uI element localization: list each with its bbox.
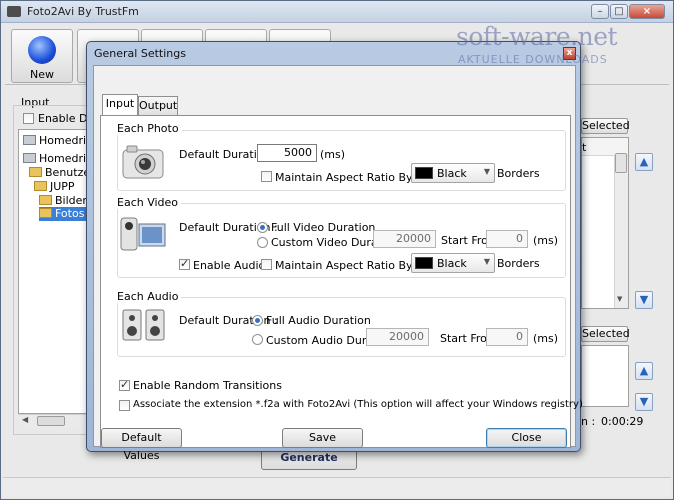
selected-color: Black	[437, 257, 467, 270]
title-bar: Foto2Avi By TrustFm – □ ×	[1, 1, 673, 23]
enable-audio-checkbox[interactable]	[179, 257, 190, 270]
photo-duration-unit: (ms)	[320, 148, 346, 161]
watermark-subtitle: AKTUELLE DOWNLOADS	[458, 53, 608, 66]
new-button[interactable]: New	[11, 29, 73, 83]
watermark-logo: soft-ware.net	[456, 22, 618, 51]
minimize-button[interactable]: –	[591, 4, 609, 19]
audio-group	[117, 297, 566, 357]
video-camera-icon	[119, 212, 169, 256]
folder-icon	[29, 167, 42, 177]
full-video-radio[interactable]	[257, 222, 268, 233]
folder-icon	[34, 181, 47, 191]
close-button[interactable]: Close	[486, 428, 567, 448]
select-selected-button[interactable]: Selected	[581, 118, 630, 134]
close-window-button[interactable]: ×	[629, 4, 665, 19]
random-transitions-checkbox[interactable]	[119, 378, 130, 391]
duration-value: 0:00:29	[601, 415, 644, 428]
chevron-down-icon: ▼	[483, 257, 490, 266]
column-header-fragment: t	[582, 141, 587, 154]
audio-group-title: Each Audio	[117, 290, 182, 303]
speakers-icon	[121, 306, 167, 344]
color-swatch	[415, 167, 433, 179]
camera-icon	[121, 142, 165, 182]
full-video-label: Full Video Duration	[271, 221, 376, 234]
new-orb-icon	[28, 36, 56, 64]
duration-label: n :	[581, 415, 596, 428]
tab-output[interactable]: Output	[138, 96, 178, 115]
associate-extension-checkbox[interactable]	[119, 400, 130, 411]
scroll-down-icon[interactable]: ▼	[617, 295, 622, 303]
folder-icon	[39, 195, 52, 205]
selected-color: Black	[437, 167, 467, 180]
new-button-label: New	[30, 68, 54, 81]
custom-video-duration-input[interactable]: 20000	[373, 230, 436, 248]
audio-unit: (ms)	[533, 332, 559, 345]
move-down-button[interactable]: ▼	[635, 291, 653, 309]
default-values-button[interactable]: Default Values	[101, 428, 182, 462]
save-button[interactable]: Save	[282, 428, 363, 448]
scroll-left-icon[interactable]: ◀	[22, 415, 28, 424]
custom-video-radio[interactable]	[257, 237, 268, 248]
photo-borders-label: Borders	[497, 167, 540, 180]
video-border-color-select[interactable]: Black ▼	[411, 253, 495, 273]
tree-item-label: JUPP	[50, 180, 75, 193]
move-up-button[interactable]: ▲	[635, 153, 653, 171]
drive-icon	[23, 153, 36, 163]
audio-move-up-button[interactable]: ▲	[635, 362, 653, 380]
full-audio-radio[interactable]	[252, 315, 263, 326]
input-tab-page: Each Photo Default Duration : 5000 (ms) …	[100, 115, 583, 448]
random-transitions-label: Enable Random Transitions	[133, 379, 282, 392]
video-group-title: Each Video	[117, 196, 182, 209]
video-aspect-checkbox[interactable]	[261, 259, 272, 270]
tree-item-label: Fotos	[55, 207, 85, 220]
photo-aspect-checkbox[interactable]	[261, 171, 272, 182]
photo-group-title: Each Photo	[117, 122, 182, 135]
video-borders-label: Borders	[497, 257, 540, 270]
status-bar	[3, 477, 671, 497]
enable-audio-label: Enable Audio	[193, 259, 266, 272]
maximize-button[interactable]: □	[610, 4, 628, 19]
full-audio-label: Full Audio Duration	[266, 314, 371, 327]
audio-list[interactable]	[581, 345, 629, 407]
photo-duration-input[interactable]: 5000	[257, 144, 317, 162]
select-selected-button-2[interactable]: Selected	[581, 326, 630, 342]
dialog-body: Input Output Each Photo Default Duration…	[93, 65, 583, 448]
file-list-scrollbar[interactable]	[614, 156, 628, 308]
tab-input[interactable]: Input	[102, 94, 138, 115]
window-title: Foto2Avi By TrustFm	[27, 5, 139, 18]
scroll-thumb[interactable]	[37, 416, 65, 426]
tree-item-benutzer[interactable]: Benutzer	[29, 166, 95, 180]
video-start-from-input[interactable]: 0	[486, 230, 528, 248]
general-settings-dialog: General Settings x Input Output Each Pho…	[86, 41, 583, 462]
color-swatch	[415, 257, 433, 269]
app-icon	[7, 6, 21, 17]
audio-start-from-input[interactable]: 0	[486, 328, 528, 346]
tree-item-label: Bilder	[55, 194, 87, 207]
dialog-title: General Settings	[94, 47, 186, 60]
enable-drag-checkbox[interactable]	[23, 113, 34, 124]
folder-icon	[39, 208, 52, 218]
custom-audio-radio[interactable]	[252, 334, 263, 345]
custom-audio-duration-input[interactable]: 20000	[366, 328, 429, 346]
tree-item-jupp[interactable]: JUPP	[34, 180, 75, 194]
tree-item-fotos[interactable]: Fotos	[39, 207, 89, 221]
audio-move-down-button[interactable]: ▼	[635, 393, 653, 411]
associate-extension-label: Associate the extension *.f2a with Foto2…	[133, 399, 583, 410]
chevron-down-icon: ▼	[483, 167, 490, 176]
video-unit: (ms)	[533, 234, 559, 247]
photo-border-color-select[interactable]: Black ▼	[411, 163, 495, 183]
tree-item-bilder[interactable]: Bilder	[39, 194, 87, 208]
drive-icon	[23, 135, 36, 145]
scroll-thumb[interactable]	[615, 153, 627, 173]
